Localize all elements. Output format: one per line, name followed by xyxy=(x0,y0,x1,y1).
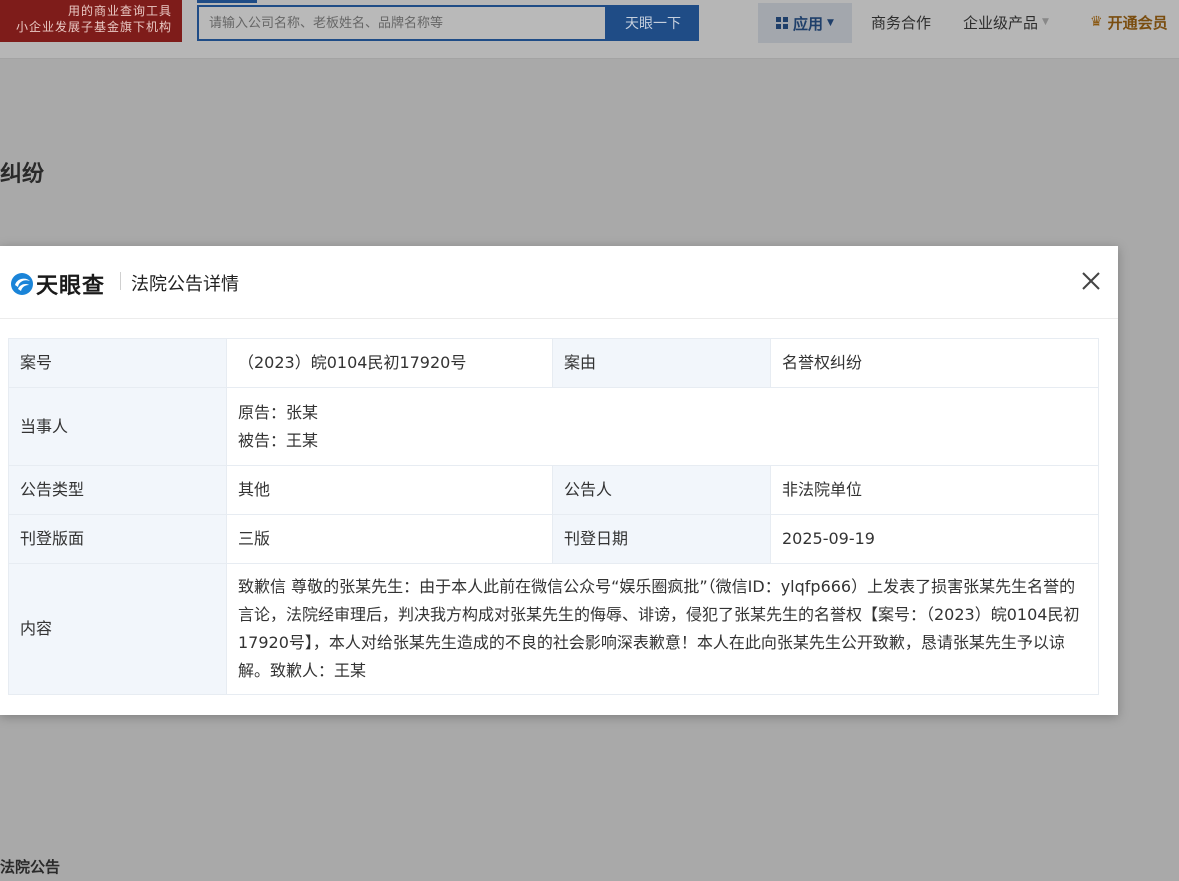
announcer-label: 公告人 xyxy=(552,465,771,515)
case-no-label: 案号 xyxy=(8,338,227,388)
nav-business[interactable]: 商务合作 xyxy=(871,0,931,44)
content-value: 致歉信 尊敬的张某先生：由于本人此前在微信公众号“娱乐圈疯批”（微信ID：ylq… xyxy=(226,563,1099,695)
modal-title: 法院公告详情 xyxy=(131,274,239,295)
promo-line-1: 用的商业查询工具 xyxy=(67,4,172,18)
plaintiff-text: 原告：张某 xyxy=(238,402,319,422)
defendant-text: 被告：王某 xyxy=(238,430,319,450)
nav-vip[interactable]: ♛ 开通会员 xyxy=(1090,0,1168,44)
promo-banner[interactable]: 用的商业查询工具 小企业发展子基金旗下机构 xyxy=(0,0,182,42)
grid-icon xyxy=(776,17,789,29)
crown-icon: ♛ xyxy=(1090,14,1103,30)
date-value: 2025-09-19 xyxy=(770,514,1099,564)
logo: 天眼查 xyxy=(10,268,105,300)
case-no-value: （2023）皖0104民初17920号 xyxy=(226,338,553,388)
date-label: 刊登日期 xyxy=(552,514,771,564)
table-row: 当事人 原告：张某 被告：王某 xyxy=(8,387,1099,466)
detail-table: 案号 （2023）皖0104民初17920号 案由 名誉权纠纷 当事人 原告：张… xyxy=(8,338,1099,695)
nav-app-label: 应用 xyxy=(793,14,824,33)
announcer-value: 非法院单位 xyxy=(770,465,1099,515)
type-value: 其他 xyxy=(226,465,553,515)
nav-enterprise[interactable]: 企业级产品 ▼ xyxy=(963,0,1049,44)
content-label: 内容 xyxy=(8,563,227,695)
party-value: 原告：张某 被告：王某 xyxy=(226,387,1099,466)
table-row: 内容 致歉信 尊敬的张某先生：由于本人此前在微信公众号“娱乐圈疯批”（微信ID：… xyxy=(8,563,1099,695)
header-divider xyxy=(120,272,121,290)
logo-text: 天眼查 xyxy=(36,274,106,299)
cause-value: 名誉权纠纷 xyxy=(770,338,1099,388)
type-label: 公告类型 xyxy=(8,465,227,515)
section-title: 法院公告 xyxy=(0,858,61,876)
nav-app-menu[interactable]: 应用 ▼ xyxy=(758,3,852,43)
party-label: 当事人 xyxy=(8,387,227,466)
chevron-down-icon: ▼ xyxy=(1042,17,1049,27)
page-value: 三版 xyxy=(226,514,553,564)
page-title: 纠纷 xyxy=(0,162,45,187)
chevron-down-icon: ▼ xyxy=(827,18,834,28)
modal-header: 天眼查 法院公告详情 xyxy=(0,246,1118,319)
court-announcement-modal: 天眼查 法院公告详情 案号 （2023）皖0104民初17920号 案由 名誉权… xyxy=(0,246,1118,715)
search-tab-indicator xyxy=(197,0,257,3)
table-row: 刊登版面 三版 刊登日期 2025-09-19 xyxy=(8,514,1099,564)
close-icon xyxy=(1082,272,1100,290)
nav-enterprise-label: 企业级产品 xyxy=(963,13,1039,32)
search-box xyxy=(197,5,607,41)
tianyancha-logo-icon xyxy=(11,273,33,295)
promo-line-2: 小企业发展子基金旗下机构 xyxy=(15,20,172,34)
nav-business-label: 商务合作 xyxy=(871,13,932,32)
page-label: 刊登版面 xyxy=(8,514,227,564)
table-row: 公告类型 其他 公告人 非法院单位 xyxy=(8,465,1099,515)
top-bar: 用的商业查询工具 小企业发展子基金旗下机构 天眼一下 应用 ▼ 商务合作 企业级… xyxy=(0,0,1179,59)
search-input[interactable] xyxy=(199,7,605,39)
cause-label: 案由 xyxy=(552,338,771,388)
nav-vip-label: 开通会员 xyxy=(1107,13,1168,32)
search-button[interactable]: 天眼一下 xyxy=(607,5,699,41)
table-row: 案号 （2023）皖0104民初17920号 案由 名誉权纠纷 xyxy=(8,338,1099,388)
close-button[interactable] xyxy=(1076,266,1106,296)
